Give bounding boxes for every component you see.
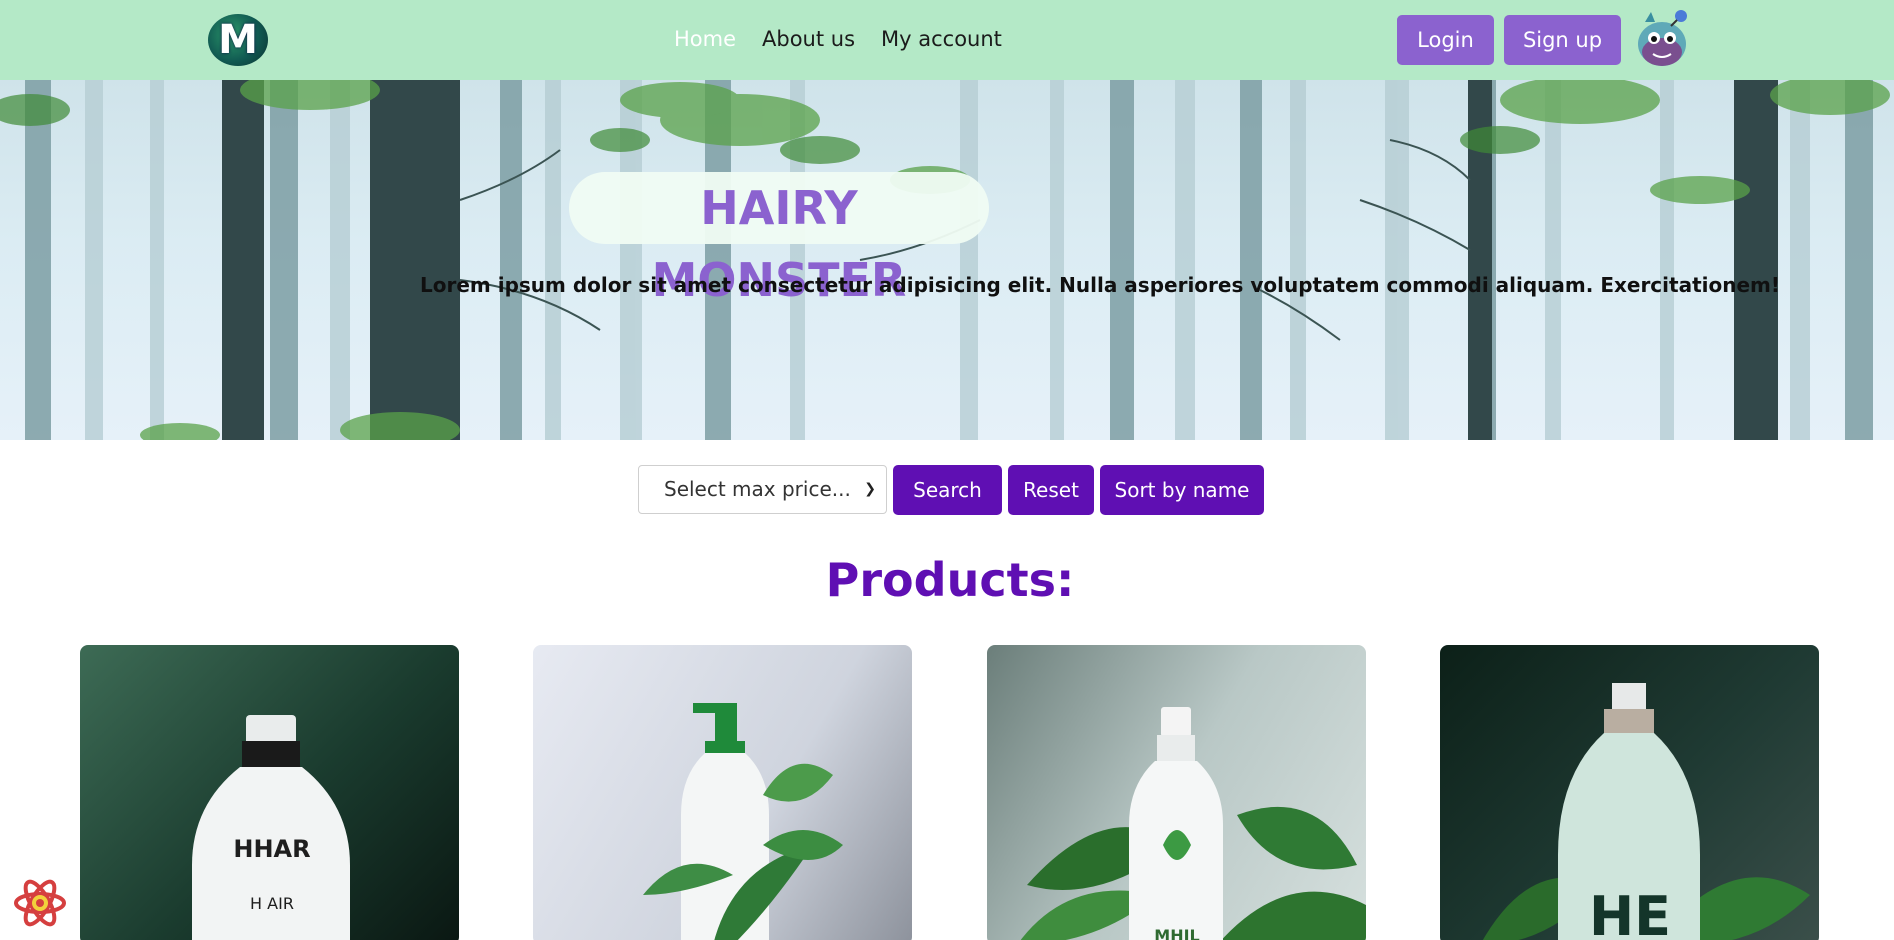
pump-bottle-image [643, 703, 843, 940]
top-navbar: M Home About us My account Login Sign up [0, 0, 1894, 80]
product-card[interactable]: HHAR H AIR [80, 645, 459, 940]
nav-link-my-account[interactable]: My account [881, 24, 1002, 54]
brand-logo[interactable]: M [208, 14, 268, 66]
hair-bottle-image: HHAR H AIR [192, 715, 350, 940]
logo-letter: M [218, 17, 258, 63]
tall-bottle-image: HE [1482, 683, 1810, 940]
hero-subtitle: Lorem ipsum dolor sit amet consectetur a… [420, 273, 1780, 297]
products-heading: Products: [825, 553, 1075, 607]
signup-button[interactable]: Sign up [1504, 15, 1621, 65]
hero-title-badge: HAIRY MONSTER [569, 172, 989, 307]
login-button[interactable]: Login [1397, 15, 1494, 65]
spray-bottle-image: MHIL [1020, 707, 1366, 940]
bottle-label-top: MHIL [1154, 926, 1199, 940]
max-price-select[interactable]: Select max price... ❯ [638, 465, 887, 514]
product-card[interactable]: MHIL [987, 645, 1366, 940]
react-devtools-icon[interactable] [12, 875, 68, 931]
nav-link-about-us[interactable]: About us [762, 24, 855, 54]
monster-avatar-icon[interactable] [1633, 8, 1691, 70]
product-filter-bar: Select max price... ❯ Search Reset Sort … [638, 465, 1264, 515]
search-button[interactable]: Search [893, 465, 1002, 515]
product-card[interactable]: HE [1440, 645, 1819, 940]
forest-background-image [0, 80, 1890, 440]
hero-title: HAIRY MONSTER [651, 181, 907, 307]
bottle-label-top: HHAR [233, 835, 310, 863]
hero-banner: HAIRY MONSTER Lorem ipsum dolor sit amet… [0, 80, 1894, 440]
sort-by-name-button[interactable]: Sort by name [1100, 465, 1264, 515]
max-price-select-value: Select max price... [664, 477, 851, 501]
chevron-down-icon: ❯ [864, 481, 876, 497]
bottle-label-top: HE [1589, 885, 1671, 940]
product-card[interactable] [533, 645, 912, 940]
nav-links: Home About us My account [674, 24, 1002, 54]
nav-link-home[interactable]: Home [674, 24, 736, 54]
bottle-label-bottom: H AIR [250, 894, 294, 913]
reset-button[interactable]: Reset [1008, 465, 1094, 515]
